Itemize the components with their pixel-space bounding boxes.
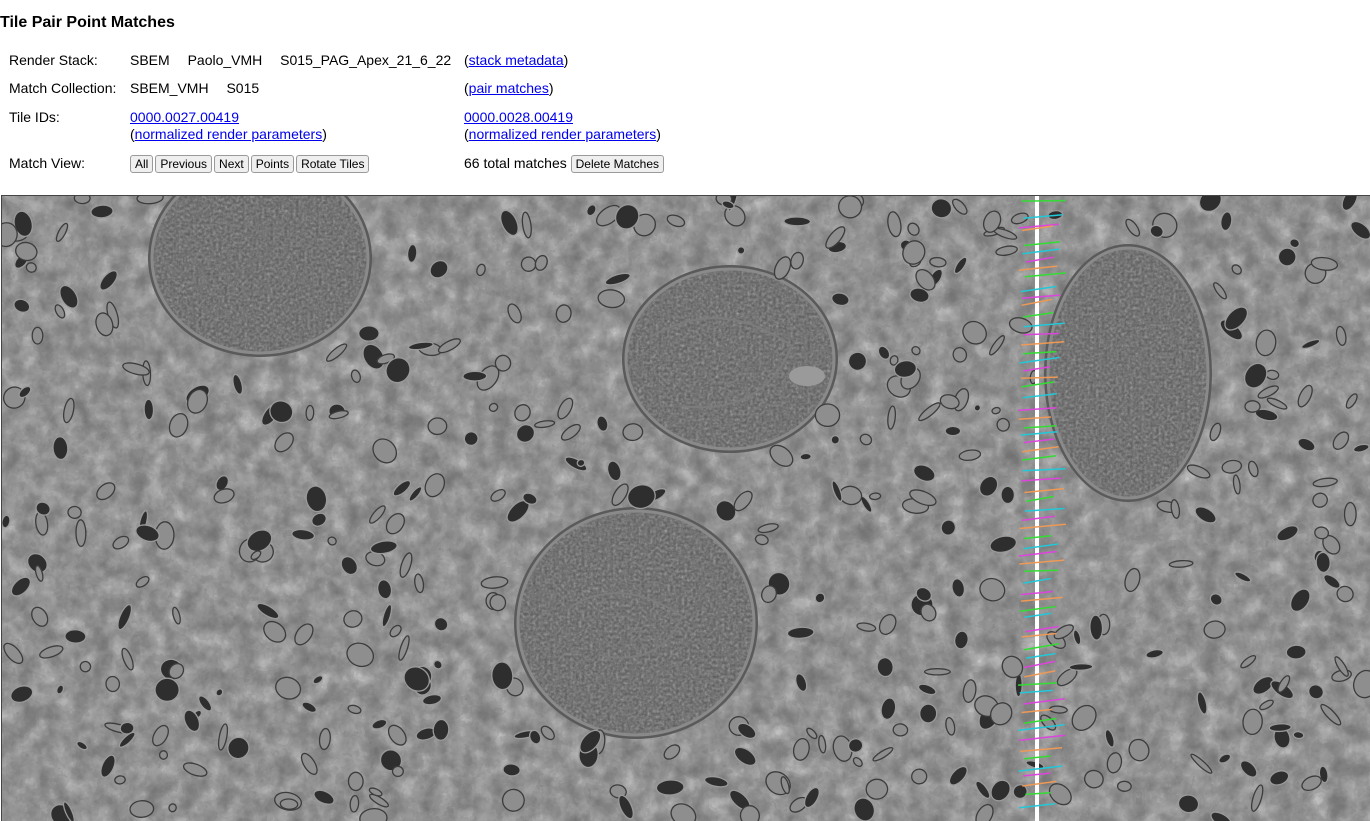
paren-close: ) — [656, 126, 661, 142]
p-render-params-link[interactable]: normalized render parameters — [135, 126, 323, 142]
light-organelle — [923, 668, 951, 676]
points-button[interactable]: Points — [250, 155, 295, 174]
previous-button[interactable]: Previous — [155, 155, 213, 174]
stack-project: Paolo_VMH — [187, 52, 263, 68]
dark-organelle — [944, 425, 962, 437]
match-view-label: Match View: — [9, 155, 85, 171]
paren-close: ) — [563, 52, 569, 68]
dark-organelle — [919, 703, 938, 724]
light-organelle — [158, 750, 169, 760]
total-matches-text: 66 total matches — [464, 155, 567, 171]
light-organelle — [347, 771, 364, 792]
dark-organelle — [799, 452, 812, 461]
light-organelle — [75, 519, 87, 548]
match-info-panel: Render Stack: SBEM Paolo_VMH S015_PAG_Ap… — [9, 50, 709, 180]
p-tile-id-link[interactable]: 0000.0027.00419 — [130, 108, 239, 126]
light-organelle — [31, 326, 44, 345]
light-organelle — [494, 354, 512, 372]
dark-organelle — [358, 325, 380, 342]
light-organelle — [892, 723, 909, 737]
render-stack-label: Render Stack: — [9, 52, 98, 68]
light-organelle — [67, 505, 82, 519]
paren-close: ) — [322, 126, 327, 142]
light-organelle — [814, 403, 841, 428]
render-stack-value: SBEM Paolo_VMH S015_PAG_Apex_21_6_22 — [130, 51, 451, 69]
tile-pair-viewer[interactable] — [1, 195, 1370, 821]
match-summary: 66 total matches Delete Matches — [464, 154, 666, 174]
dark-organelle — [462, 370, 488, 382]
collection-name: S015 — [226, 80, 260, 96]
paren-close: ) — [548, 80, 554, 96]
pair-matches-link-wrap: (pair matches) — [464, 79, 554, 97]
em-tile-canvas — [2, 196, 1370, 821]
pair-matches-link[interactable]: pair matches — [469, 80, 549, 96]
light-organelle — [427, 417, 448, 436]
stack-owner: SBEM — [130, 52, 170, 68]
light-organelle — [1244, 400, 1261, 413]
dark-organelle — [783, 216, 812, 227]
next-button[interactable]: Next — [214, 155, 249, 174]
tile-ids-label: Tile IDs: — [9, 109, 60, 125]
stack-metadata-link[interactable]: stack metadata — [469, 52, 564, 68]
light-organelle — [911, 768, 928, 785]
light-organelle — [105, 675, 121, 693]
match-view-buttons: All Previous Next Points Rotate Tiles — [130, 154, 371, 174]
match-collection-label: Match Collection: — [9, 80, 117, 96]
dark-organelle — [1068, 663, 1094, 671]
dark-organelle — [1000, 485, 1016, 505]
q-tile-id-link[interactable]: 0000.0028.00419 — [464, 108, 573, 126]
dark-organelle — [154, 677, 180, 703]
collection-owner: SBEM_VMH — [130, 80, 209, 96]
delete-matches-button[interactable]: Delete Matches — [570, 155, 664, 174]
dark-organelle — [143, 398, 155, 421]
q-params-link-wrap: (normalized render parameters) — [464, 125, 661, 143]
point-match-line — [1021, 199, 1066, 202]
p-params-link-wrap: (normalized render parameters) — [130, 125, 327, 143]
all-button[interactable]: All — [130, 155, 154, 174]
page-title: Tile Pair Point Matches — [0, 14, 175, 31]
point-match-line — [1023, 569, 1059, 573]
light-organelle — [868, 492, 882, 501]
light-organelle — [305, 404, 315, 421]
match-collection-value: SBEM_VMH S015 — [130, 79, 259, 97]
stack-metadata-link-wrap: (stack metadata) — [464, 51, 568, 69]
stack-name: S015_PAG_Apex_21_6_22 — [280, 52, 452, 68]
light-organelle — [865, 778, 889, 800]
q-render-params-link[interactable]: normalized render parameters — [469, 126, 657, 142]
light-organelle — [1343, 501, 1357, 527]
light-organelle — [501, 788, 525, 812]
dark-organelle — [64, 629, 87, 644]
rotate-tiles-button[interactable]: Rotate Tiles — [296, 155, 370, 174]
light-organelle — [391, 765, 404, 778]
dark-organelle — [1285, 644, 1307, 660]
light-organelle — [1116, 780, 1132, 792]
